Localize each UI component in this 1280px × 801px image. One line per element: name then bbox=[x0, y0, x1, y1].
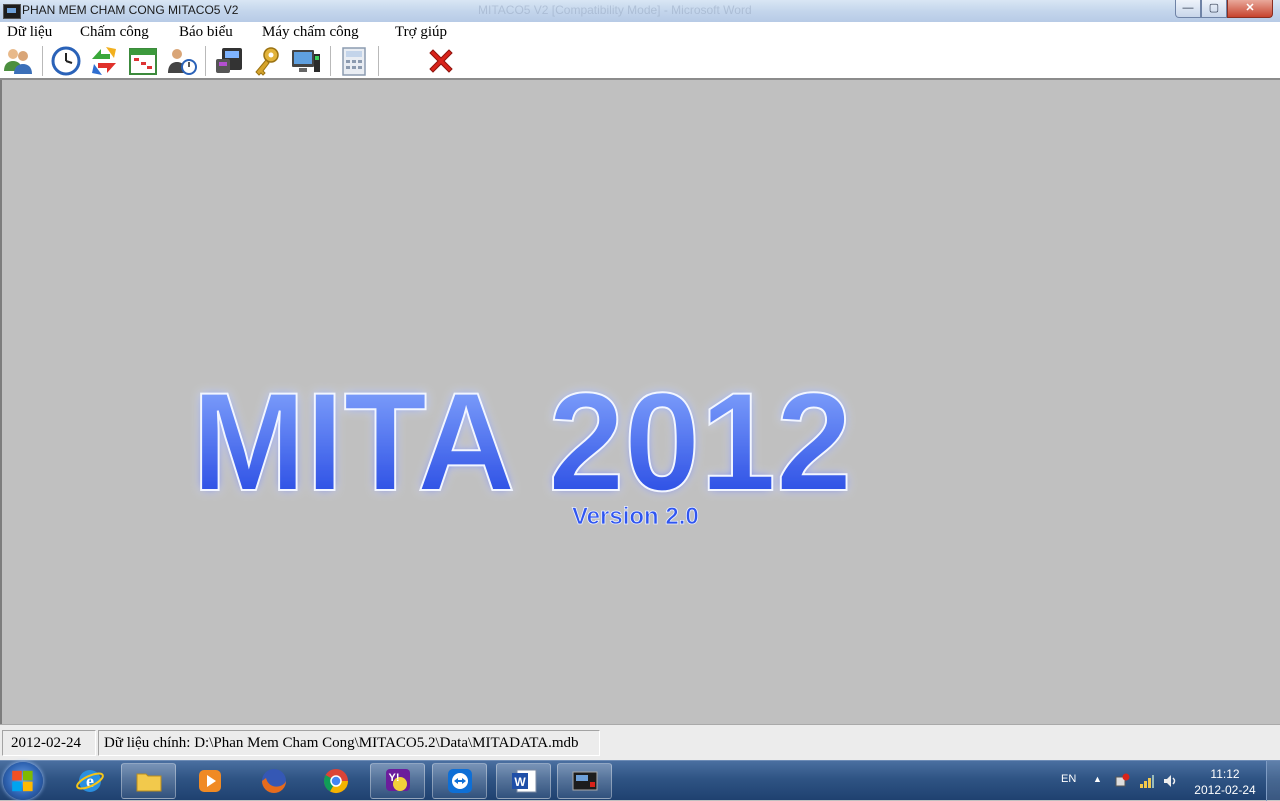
computer-device-button[interactable] bbox=[290, 45, 322, 77]
computer-device-icon bbox=[292, 50, 320, 72]
taskbar-mitaco-app[interactable] bbox=[557, 763, 612, 799]
toolbar-separator bbox=[205, 46, 206, 76]
firefox-icon bbox=[262, 769, 286, 793]
background-window-title: MITACO5 V2 [Compatibility Mode] - Micros… bbox=[478, 3, 752, 17]
calendar-button[interactable] bbox=[127, 45, 159, 77]
exit-x-icon bbox=[429, 49, 453, 73]
svg-text:W: W bbox=[514, 775, 526, 789]
menu-bar: Dữ liệu Chấm công Báo biểu Máy chấm công… bbox=[0, 22, 1280, 42]
attendance-machine-button[interactable] bbox=[213, 45, 245, 77]
taskbar-chrome[interactable] bbox=[310, 763, 362, 799]
menu-bao-bieu[interactable]: Báo biểu bbox=[179, 24, 233, 41]
clock-time[interactable]: 11:12 bbox=[1195, 767, 1255, 781]
taskbar-firefox[interactable] bbox=[248, 763, 300, 799]
svg-text:Y!: Y! bbox=[388, 772, 399, 784]
menu-may-cham-cong[interactable]: Máy chấm công bbox=[262, 24, 359, 41]
network-warning-icon[interactable] bbox=[1114, 773, 1130, 789]
app-icon[interactable] bbox=[3, 4, 21, 19]
minimize-button[interactable]: — bbox=[1175, 0, 1201, 18]
clock-button[interactable] bbox=[50, 45, 82, 77]
window-title: PHAN MEM CHAM CONG MITACO5 V2 bbox=[22, 3, 239, 17]
banner-title: MITA 2012 bbox=[192, 370, 852, 520]
calculator-button[interactable] bbox=[338, 45, 370, 77]
key-button[interactable] bbox=[251, 45, 283, 77]
exit-button[interactable] bbox=[425, 45, 457, 77]
show-hidden-icons-button[interactable]: ▲ bbox=[1093, 774, 1102, 784]
start-button[interactable] bbox=[3, 762, 43, 800]
close-button[interactable]: ✕ bbox=[1227, 0, 1273, 18]
taskbar-media-player[interactable] bbox=[184, 763, 236, 799]
toolbar bbox=[0, 42, 1280, 80]
clock-icon bbox=[51, 46, 81, 76]
chrome-icon bbox=[323, 769, 348, 794]
file-explorer-icon bbox=[136, 773, 161, 792]
taskbar-internet-explorer[interactable]: e bbox=[64, 763, 116, 799]
clock-date[interactable]: 2012-02-24 bbox=[1193, 783, 1257, 797]
sync-button[interactable] bbox=[88, 45, 120, 77]
workspace: MITA 2012 Version 2.0 bbox=[0, 80, 1280, 724]
sync-arrows-icon bbox=[92, 47, 116, 75]
status-bar: 2012-02-24 Dữ liệu chính: D:\Phan Mem Ch… bbox=[0, 724, 1280, 760]
media-player-icon bbox=[199, 770, 221, 792]
mita-logo-banner: MITA 2012 Version 2.0 bbox=[182, 370, 882, 550]
menu-cham-cong[interactable]: Chấm công bbox=[80, 24, 149, 41]
banner-version: Version 2.0 bbox=[572, 503, 699, 530]
maximize-button[interactable]: ▢ bbox=[1201, 0, 1227, 18]
windows-logo-icon bbox=[12, 770, 33, 792]
menu-du-lieu[interactable]: Dữ liệu bbox=[7, 24, 52, 41]
toolbar-separator bbox=[378, 46, 379, 76]
mitaco-app-icon bbox=[572, 771, 597, 791]
employees-button[interactable] bbox=[2, 45, 34, 77]
teamviewer-icon bbox=[447, 769, 472, 793]
signal-bars-icon[interactable] bbox=[1139, 773, 1155, 789]
user-clock-icon bbox=[168, 49, 197, 75]
show-desktop-button[interactable] bbox=[1266, 761, 1280, 801]
yahoo-messenger-icon: Y! bbox=[385, 769, 410, 791]
calculator-icon bbox=[342, 47, 366, 76]
language-indicator[interactable]: EN bbox=[1061, 773, 1076, 785]
menu-tro-giup[interactable]: Trợ giúp bbox=[395, 24, 447, 41]
taskbar-word[interactable]: W bbox=[496, 763, 551, 799]
key-icon bbox=[255, 47, 279, 76]
employees-icon bbox=[4, 49, 32, 74]
user-clock-button[interactable] bbox=[166, 45, 198, 77]
title-bar[interactable]: PHAN MEM CHAM CONG MITACO5 V2 MITACO5 V2… bbox=[0, 0, 1280, 23]
taskbar: e Y! W EN ▲ 11:12 2012-02-24 bbox=[0, 760, 1280, 801]
toolbar-separator bbox=[330, 46, 331, 76]
calendar-schedule-icon bbox=[129, 48, 157, 75]
status-data-path: Dữ liệu chính: D:\Phan Mem Cham Cong\MIT… bbox=[98, 730, 600, 756]
status-date: 2012-02-24 bbox=[2, 730, 96, 756]
taskbar-teamviewer[interactable] bbox=[432, 763, 487, 799]
taskbar-yahoo-messenger[interactable]: Y! bbox=[370, 763, 425, 799]
word-icon: W bbox=[511, 769, 536, 793]
toolbar-separator bbox=[42, 46, 43, 76]
volume-icon[interactable] bbox=[1162, 773, 1178, 789]
taskbar-file-explorer[interactable] bbox=[121, 763, 176, 799]
attendance-machine-icon bbox=[216, 48, 242, 73]
internet-explorer-icon: e bbox=[76, 770, 104, 792]
